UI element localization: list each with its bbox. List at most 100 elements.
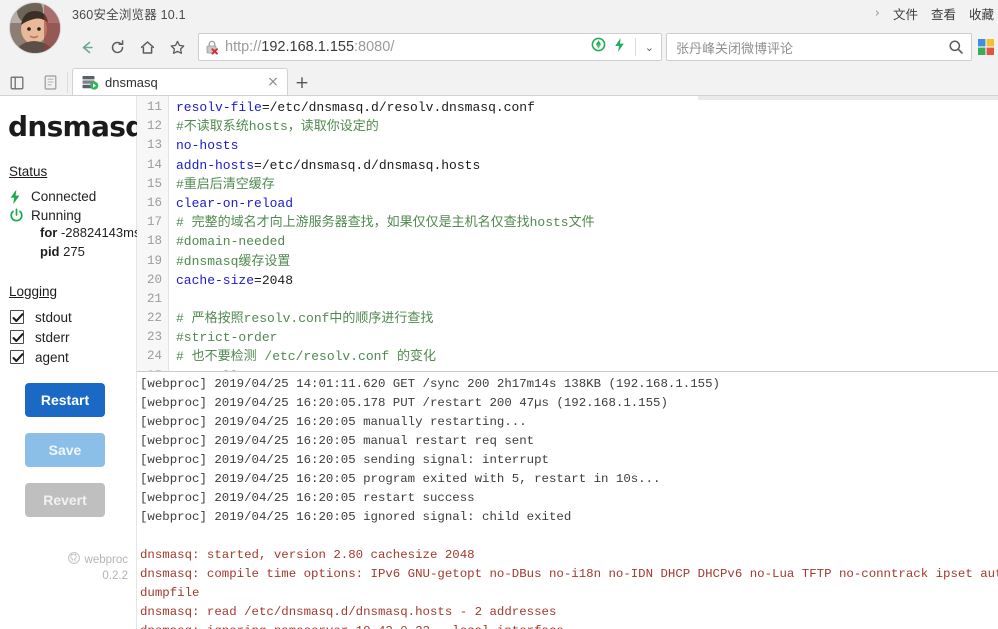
code-line[interactable]: # 也不要检测 /etc/resolv.conf 的变化 <box>176 347 998 366</box>
line-number: 22 <box>146 311 162 326</box>
code-token: #strict-order <box>176 330 278 346</box>
logging-option-stdout[interactable]: stdout <box>0 307 136 327</box>
editor-scrollbar[interactable] <box>698 96 998 100</box>
menu-item-view[interactable]: 查看 <box>931 4 956 23</box>
code-token: addn-hosts <box>176 157 255 173</box>
log-line-webproc: [webproc] 2019/04/25 16:20:05 manual res… <box>140 434 535 448</box>
tab-dnsmasq[interactable]: dnsmasq × <box>72 68 288 95</box>
tab-strip: dnsmasq × + <box>0 68 998 95</box>
status-connected: Connected <box>0 187 136 206</box>
insecure-lock-icon[interactable] <box>199 39 225 55</box>
code-line[interactable]: no-hosts <box>176 136 998 155</box>
green-shield-icon[interactable] <box>591 37 606 57</box>
page-title: dnsmasq <box>8 110 145 143</box>
code-line[interactable]: resolv-file=/etc/dnsmasq.d/resolv.dnsmas… <box>176 98 998 117</box>
bookmark-star-button[interactable] <box>162 32 192 62</box>
logging-option-stderr[interactable]: stderr <box>0 327 136 347</box>
browser-app-name: 360安全浏览器 10.1 <box>72 7 186 22</box>
code-token: =2048 <box>254 272 294 288</box>
logging-label-agent: agent <box>35 349 69 365</box>
github-icon[interactable] <box>67 552 80 569</box>
chevron-down-icon[interactable]: ⌄ <box>645 41 654 54</box>
menu-item-file[interactable]: 文件 <box>893 4 918 23</box>
restart-button[interactable]: Restart <box>25 383 105 417</box>
code-token: clear-on-reload <box>176 195 294 211</box>
save-button[interactable]: Save <box>25 433 105 467</box>
code-line[interactable]: #no-poll <box>176 367 998 371</box>
browser-titlebar: 360安全浏览器 10.1 › 文件 查看 收藏 <box>0 0 998 54</box>
code-line[interactable]: addn-hosts=/etc/dnsmasq.d/dnsmasq.hosts <box>176 156 998 175</box>
status-uptime-value: -28824143ms <box>60 225 141 240</box>
code-line[interactable]: # 严格按照resolv.conf中的顺序进行查找 <box>176 309 998 328</box>
tab-close-icon[interactable]: × <box>265 74 281 90</box>
code-line[interactable] <box>176 290 998 309</box>
editor-code-area[interactable]: resolv-file=/etc/dnsmasq.d/resolv.dnsmas… <box>169 96 998 371</box>
extensions-puzzle-icon[interactable] <box>974 38 998 56</box>
log-line-dnsmasq: dumpfile <box>140 586 200 600</box>
logging-heading: Logging <box>9 284 58 299</box>
status-uptime-label: for <box>40 225 58 240</box>
sidebar-footer: webproc 0.2.2 <box>67 552 128 584</box>
code-line[interactable]: #strict-order <box>176 328 998 347</box>
sidebar-actions: Restart Save Revert <box>0 367 136 533</box>
address-bar[interactable]: http://192.168.1.155:8080/ ⌄ <box>198 33 662 61</box>
code-line[interactable]: #domain-needed <box>176 232 998 251</box>
code-token: #no-poll <box>176 369 238 371</box>
line-number: 25 <box>137 367 162 371</box>
url-host: 192.168.1.155 <box>261 39 355 55</box>
status-running: Running <box>0 206 136 225</box>
log-line-webproc: [webproc] 2019/04/25 16:20:05.178 PUT /r… <box>140 396 668 410</box>
log-line-webproc: [webproc] 2019/04/25 14:01:11.620 GET /s… <box>140 377 720 391</box>
menu-item-favorites[interactable]: 收藏 <box>969 4 994 23</box>
code-line[interactable]: #重启后清空缓存 <box>176 175 998 194</box>
logging-option-agent[interactable]: agent <box>0 347 136 367</box>
log-line-dnsmasq: dnsmasq: started, version 2.80 cachesize… <box>140 548 475 562</box>
log-console[interactable]: [webproc] 2019/04/25 14:01:11.620 GET /s… <box>137 371 998 629</box>
revert-button[interactable]: Revert <box>25 483 105 517</box>
line-number: 21 <box>146 291 162 306</box>
new-tab-button[interactable]: + <box>288 75 316 95</box>
status-pid-label: pid <box>40 244 60 259</box>
search-input[interactable]: 张丹峰关闭微博评论 <box>667 38 941 57</box>
checkbox-agent[interactable] <box>10 350 24 364</box>
footer-version: 0.2.2 <box>102 570 128 582</box>
line-number: 24 <box>146 349 162 364</box>
log-line-webproc: [webproc] 2019/04/25 16:20:05 restart su… <box>140 491 475 505</box>
code-line[interactable]: #不读取系统hosts，读取你设定的 <box>176 117 998 136</box>
user-avatar[interactable] <box>9 2 61 54</box>
reading-list-icon[interactable] <box>34 72 68 93</box>
status-connected-label: Connected <box>31 189 97 204</box>
code-line[interactable]: #dnsmasq缓存设置 <box>176 252 998 271</box>
config-editor[interactable]: 11 12 13 14 15 16 17 18 19 20 21 22 23 24 25 resolv-fi… <box>137 96 998 371</box>
line-number: 13 <box>146 138 162 153</box>
logging-label-stdout: stdout <box>35 309 72 325</box>
line-number: 14 <box>146 157 162 172</box>
code-token: #不读取系统hosts，读取你设定的 <box>176 119 379 135</box>
line-number: 17 <box>146 215 162 230</box>
log-line-dnsmasq: dnsmasq: ignoring nameserver 10.42.0.23 … <box>140 622 998 629</box>
code-token: =/etc/dnsmasq.d/resolv.dnsmasq.conf <box>261 100 535 115</box>
line-number: 23 <box>146 330 162 345</box>
sidebar: dnsmasq Status Connected Running for -28… <box>0 96 145 629</box>
code-token: # 也不要检测 /etc/resolv.conf 的变化 <box>176 349 437 365</box>
reload-button[interactable] <box>102 32 132 62</box>
code-line[interactable]: clear-on-reload <box>176 194 998 213</box>
dnsmasq-server-icon <box>82 75 99 90</box>
search-box[interactable]: 张丹峰关闭微博评论 <box>666 33 972 61</box>
status-pid: pid 275 <box>0 244 136 263</box>
browser-window: 360安全浏览器 10.1 › 文件 查看 收藏 http://192.168.… <box>0 0 998 629</box>
green-lightning-icon[interactable] <box>613 37 626 58</box>
back-button[interactable] <box>72 32 102 62</box>
chevron-right-icon[interactable]: › <box>875 6 880 21</box>
code-line[interactable]: # 完整的域名才向上游服务器查找，如果仅仅是主机名仅查找hosts文件 <box>176 213 998 232</box>
code-line[interactable]: cache-size=2048 <box>176 271 998 290</box>
line-number: 20 <box>146 272 162 287</box>
url-path: / <box>390 39 395 55</box>
panel-toggle-icon[interactable] <box>0 70 34 95</box>
search-icon[interactable] <box>941 39 971 55</box>
checkbox-stderr[interactable] <box>10 330 24 344</box>
url-text[interactable]: http://192.168.1.155:8080/ <box>225 39 584 55</box>
address-bar-icons: ⌄ <box>584 37 661 58</box>
checkbox-stdout[interactable] <box>10 310 24 324</box>
home-button[interactable] <box>132 32 162 62</box>
